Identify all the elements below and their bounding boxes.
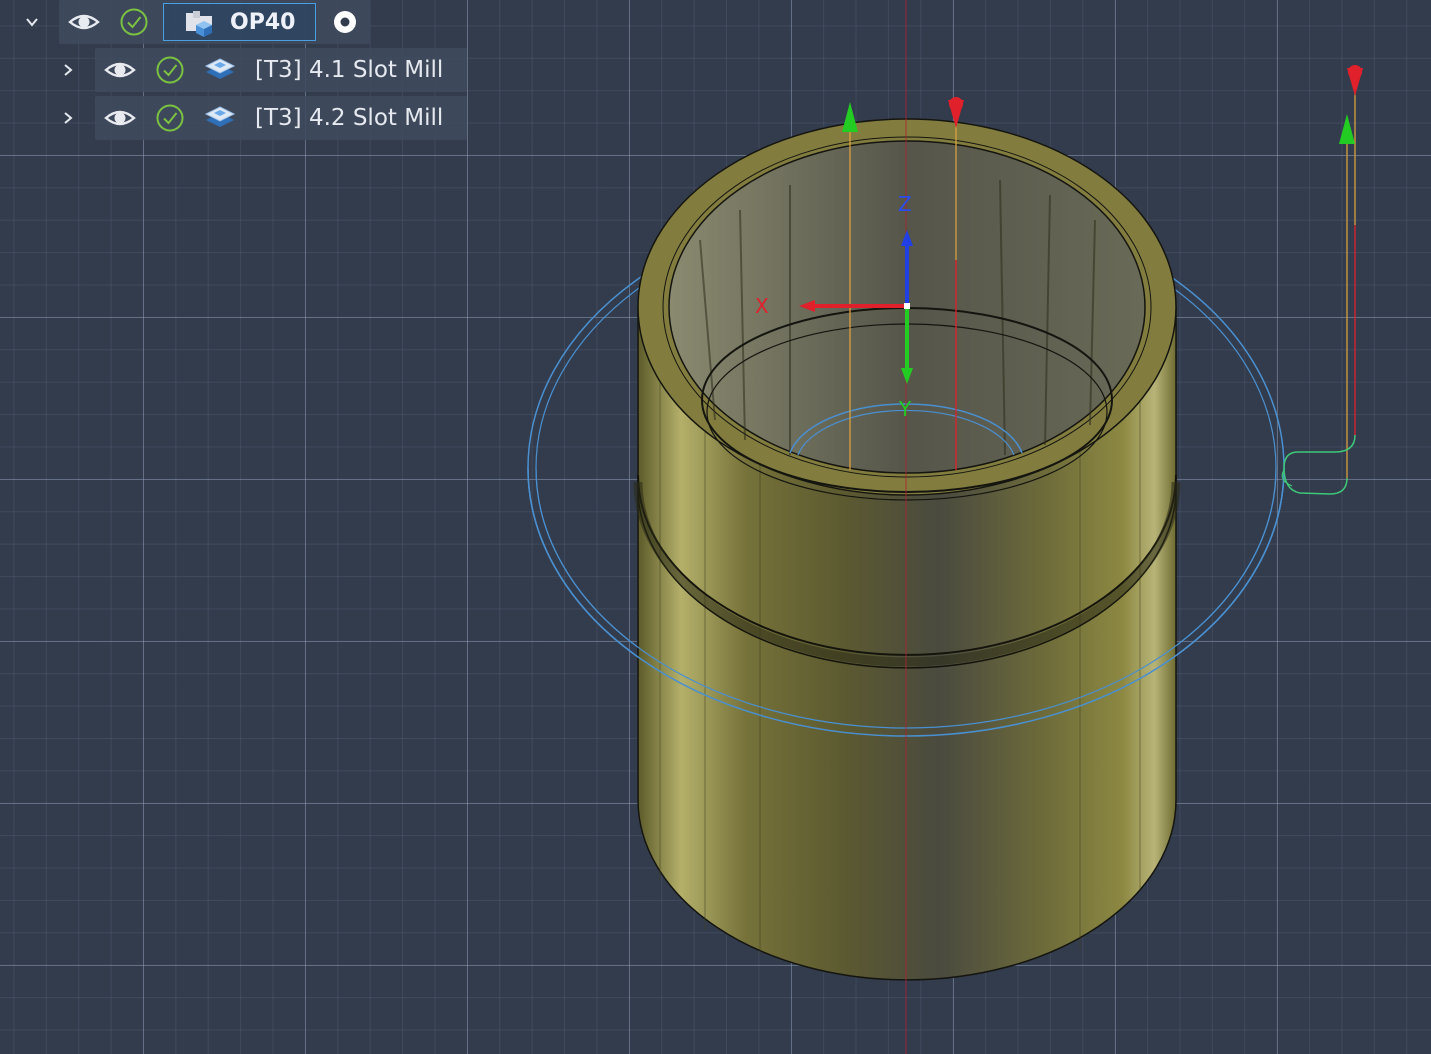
operation-label[interactable]: [T3] 4.1 Slot Mill <box>245 57 467 83</box>
setup-row-panel: OP40 <box>59 0 371 44</box>
cam-viewport[interactable] <box>0 0 1431 1054</box>
operation-label[interactable]: [T3] 4.2 Slot Mill <box>245 105 467 131</box>
setup-row-op40[interactable]: OP40 <box>17 0 371 44</box>
operation-row-panel: [T3] 4.2 Slot Mill <box>95 96 468 140</box>
eye-icon[interactable] <box>95 96 145 140</box>
eye-icon[interactable] <box>95 48 145 92</box>
operation-row-4-1[interactable]: [T3] 4.1 Slot Mill <box>53 48 468 92</box>
check-circle-icon[interactable] <box>145 48 195 92</box>
setup-label: OP40 <box>230 9 296 35</box>
setup-label-selected[interactable]: OP40 <box>163 3 317 41</box>
y-axis-label: Y <box>899 397 912 421</box>
check-circle-icon[interactable] <box>145 96 195 140</box>
setup-folder-icon <box>184 5 218 39</box>
active-setup-radio-icon[interactable] <box>320 0 370 44</box>
operation-row-4-2[interactable]: [T3] 4.2 Slot Mill <box>53 96 468 140</box>
chevron-down-icon[interactable] <box>17 0 47 44</box>
slot-mill-operation-icon <box>195 96 245 140</box>
lead-in-path <box>1281 65 1363 495</box>
slot-mill-operation-icon <box>195 48 245 92</box>
eye-icon[interactable] <box>59 0 109 44</box>
z-axis-label: Z <box>898 192 912 216</box>
chevron-right-icon[interactable] <box>53 96 83 140</box>
operation-row-panel: [T3] 4.1 Slot Mill <box>95 48 468 92</box>
check-circle-icon[interactable] <box>109 0 159 44</box>
x-axis-label: X <box>755 294 769 318</box>
chevron-right-icon[interactable] <box>53 48 83 92</box>
